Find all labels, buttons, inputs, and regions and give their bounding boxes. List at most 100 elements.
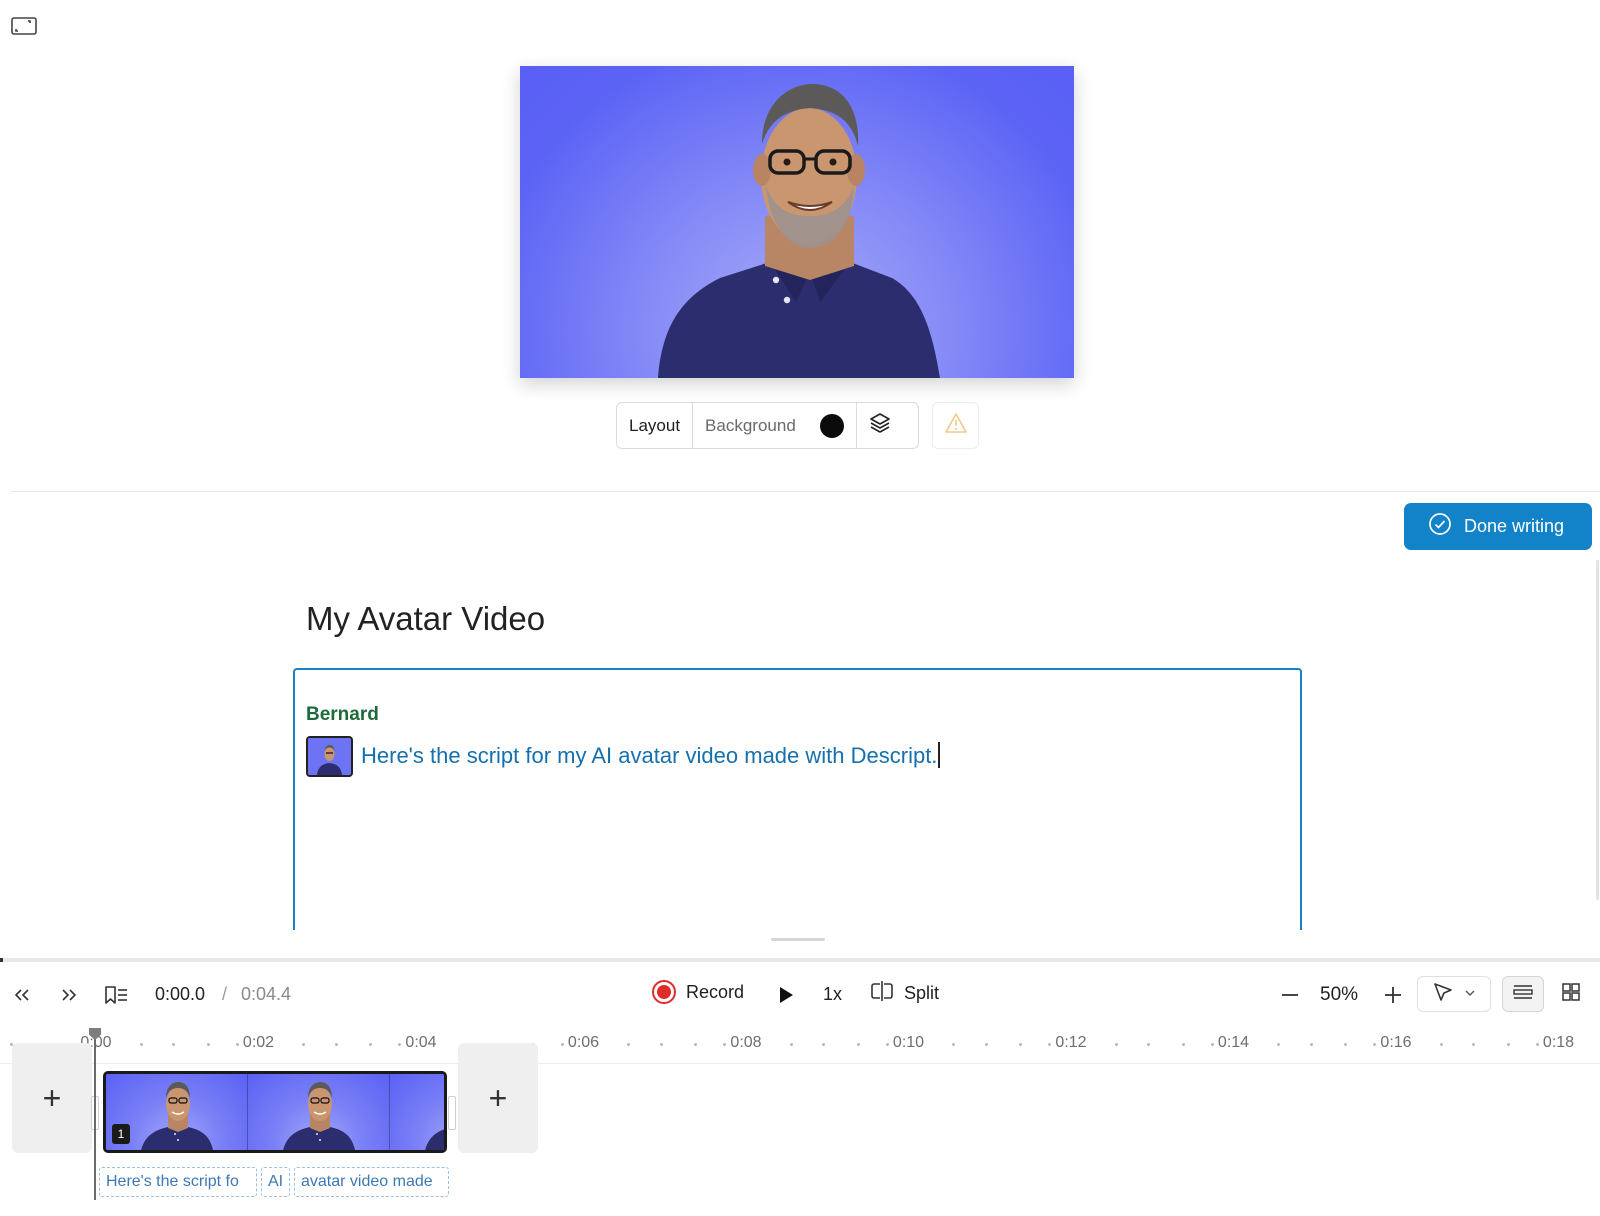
ruler-divider bbox=[0, 1063, 1600, 1064]
video-clip[interactable]: 1 bbox=[103, 1071, 447, 1153]
script-editor[interactable] bbox=[293, 668, 1302, 930]
ruler-tick bbox=[1344, 1043, 1347, 1046]
ruler-tick bbox=[856, 1043, 860, 1046]
ruler-label: 0:12 bbox=[1055, 1034, 1087, 1051]
ruler-tick bbox=[1439, 1043, 1443, 1046]
word-chip[interactable]: Here's the script fo bbox=[99, 1167, 257, 1197]
background-button[interactable]: Background bbox=[693, 403, 856, 448]
avatar-image bbox=[658, 84, 940, 378]
ruler-tick bbox=[139, 1043, 143, 1046]
plus-icon: + bbox=[42, 1079, 62, 1116]
ruler-tick bbox=[1535, 1043, 1539, 1046]
ruler-label: 0:14 bbox=[1217, 1034, 1250, 1051]
playhead[interactable] bbox=[94, 1030, 96, 1200]
progress-track[interactable] bbox=[0, 958, 1600, 962]
ruler-label: 0:04 bbox=[405, 1034, 437, 1051]
zoom-in-icon[interactable] bbox=[1380, 982, 1406, 1008]
ruler-tick bbox=[1373, 1043, 1377, 1046]
speaker-label[interactable]: Bernard bbox=[306, 704, 379, 726]
ruler-label: 0:10 bbox=[892, 1034, 925, 1051]
zoom-level[interactable]: 50% bbox=[1320, 984, 1358, 1006]
video-preview[interactable] bbox=[520, 66, 1074, 378]
ruler-tick bbox=[235, 1043, 239, 1046]
ruler-tick bbox=[952, 1043, 956, 1046]
current-time: 0:00.0 bbox=[155, 984, 206, 1004]
document-title[interactable]: My Avatar Video bbox=[306, 600, 545, 638]
background-color-swatch[interactable] bbox=[819, 413, 844, 438]
script-text-content: Here's the script for my AI avatar video… bbox=[361, 743, 938, 768]
ruler-tick bbox=[1019, 1043, 1022, 1046]
clip-number-badge: 1 bbox=[112, 1124, 130, 1144]
ruler-tick bbox=[1048, 1043, 1052, 1046]
ruler-label: 0:08 bbox=[730, 1034, 762, 1051]
clip-trim-handle-right[interactable] bbox=[448, 1096, 456, 1130]
ruler-label: 0:02 bbox=[242, 1034, 275, 1051]
ruler-tick bbox=[1506, 1043, 1510, 1046]
divider bbox=[10, 491, 1600, 492]
ruler-tick bbox=[1114, 1043, 1118, 1046]
warning-icon bbox=[944, 412, 968, 439]
clip-frame bbox=[390, 1074, 444, 1150]
record-button[interactable]: Record bbox=[652, 980, 744, 1004]
ruler-tick bbox=[398, 1043, 402, 1046]
scrollbar[interactable] bbox=[1596, 560, 1599, 900]
ruler-tick bbox=[1309, 1043, 1313, 1046]
record-icon bbox=[652, 980, 676, 1004]
progress-fill bbox=[0, 958, 3, 962]
done-writing-button[interactable]: Done writing bbox=[1404, 503, 1592, 550]
background-label: Background bbox=[705, 415, 796, 435]
total-time: 0:04.4 bbox=[241, 984, 292, 1004]
split-label: Split bbox=[904, 983, 940, 1003]
text-caret bbox=[938, 742, 941, 768]
layout-button[interactable]: Layout bbox=[617, 403, 694, 448]
split-button[interactable]: Split bbox=[870, 980, 939, 1007]
skip-back-icon[interactable] bbox=[9, 982, 35, 1008]
scene-thumbnail[interactable] bbox=[306, 736, 353, 777]
tool-selector[interactable] bbox=[1417, 976, 1491, 1012]
layers-button[interactable] bbox=[855, 403, 904, 448]
record-label: Record bbox=[686, 981, 745, 1002]
expand-icon[interactable] bbox=[10, 14, 38, 38]
ruler-tick bbox=[627, 1043, 631, 1046]
ruler-label: 0:16 bbox=[1380, 1034, 1412, 1051]
chevron-down-icon bbox=[1464, 985, 1476, 1003]
add-clip-after-button[interactable]: + bbox=[458, 1043, 538, 1153]
play-icon[interactable] bbox=[773, 982, 799, 1008]
ruler-tick bbox=[1181, 1043, 1185, 1046]
ruler-tick bbox=[789, 1043, 793, 1046]
word-chip[interactable]: AI bbox=[261, 1167, 290, 1197]
ruler-tick bbox=[1277, 1043, 1281, 1046]
add-clip-before-button[interactable]: + bbox=[12, 1043, 92, 1153]
skip-forward-icon[interactable] bbox=[56, 982, 82, 1008]
bookmark-list-icon[interactable] bbox=[103, 982, 129, 1008]
ruler-tick bbox=[822, 1043, 826, 1046]
ruler-tick bbox=[723, 1043, 727, 1046]
playback-speed[interactable]: 1x bbox=[823, 984, 842, 1005]
timeline-ruler[interactable]: 0:00 0:02 0:04 0:06 0:08 0:10 0:12 0:14 0:16 0:18 bbox=[0, 1030, 1600, 1058]
ruler-tick bbox=[1210, 1043, 1214, 1046]
ruler-tick bbox=[885, 1043, 889, 1046]
word-chip[interactable]: avatar video made bbox=[294, 1167, 449, 1197]
ruler-tick bbox=[1147, 1043, 1151, 1046]
zoom-out-icon[interactable] bbox=[1277, 982, 1303, 1008]
split-icon bbox=[870, 980, 894, 1007]
ruler-label: 0:18 bbox=[1542, 1034, 1575, 1051]
ruler-tick bbox=[659, 1043, 663, 1046]
layers-icon bbox=[868, 411, 892, 440]
grid-view-button[interactable] bbox=[1553, 976, 1589, 1012]
done-writing-label: Done writing bbox=[1464, 516, 1565, 536]
transport-bar: 0:00.0 / 0:04.4 Record 1x Split 50% bbox=[0, 974, 1600, 1016]
time-separator: / bbox=[222, 984, 228, 1004]
ruler-tick bbox=[172, 1043, 176, 1046]
clip-frame bbox=[248, 1074, 390, 1150]
plus-icon: + bbox=[488, 1079, 508, 1116]
ruler-tick bbox=[560, 1043, 564, 1046]
grid-icon bbox=[1561, 982, 1581, 1007]
warning-button[interactable] bbox=[932, 402, 979, 449]
script-view-button[interactable] bbox=[1502, 976, 1544, 1012]
script-text[interactable]: Here's the script for my AI avatar video… bbox=[361, 742, 941, 769]
ruler-tick bbox=[206, 1043, 210, 1046]
panel-resize-handle[interactable] bbox=[771, 938, 825, 941]
ruler-tick bbox=[302, 1043, 306, 1046]
ruler-tick bbox=[984, 1043, 988, 1046]
